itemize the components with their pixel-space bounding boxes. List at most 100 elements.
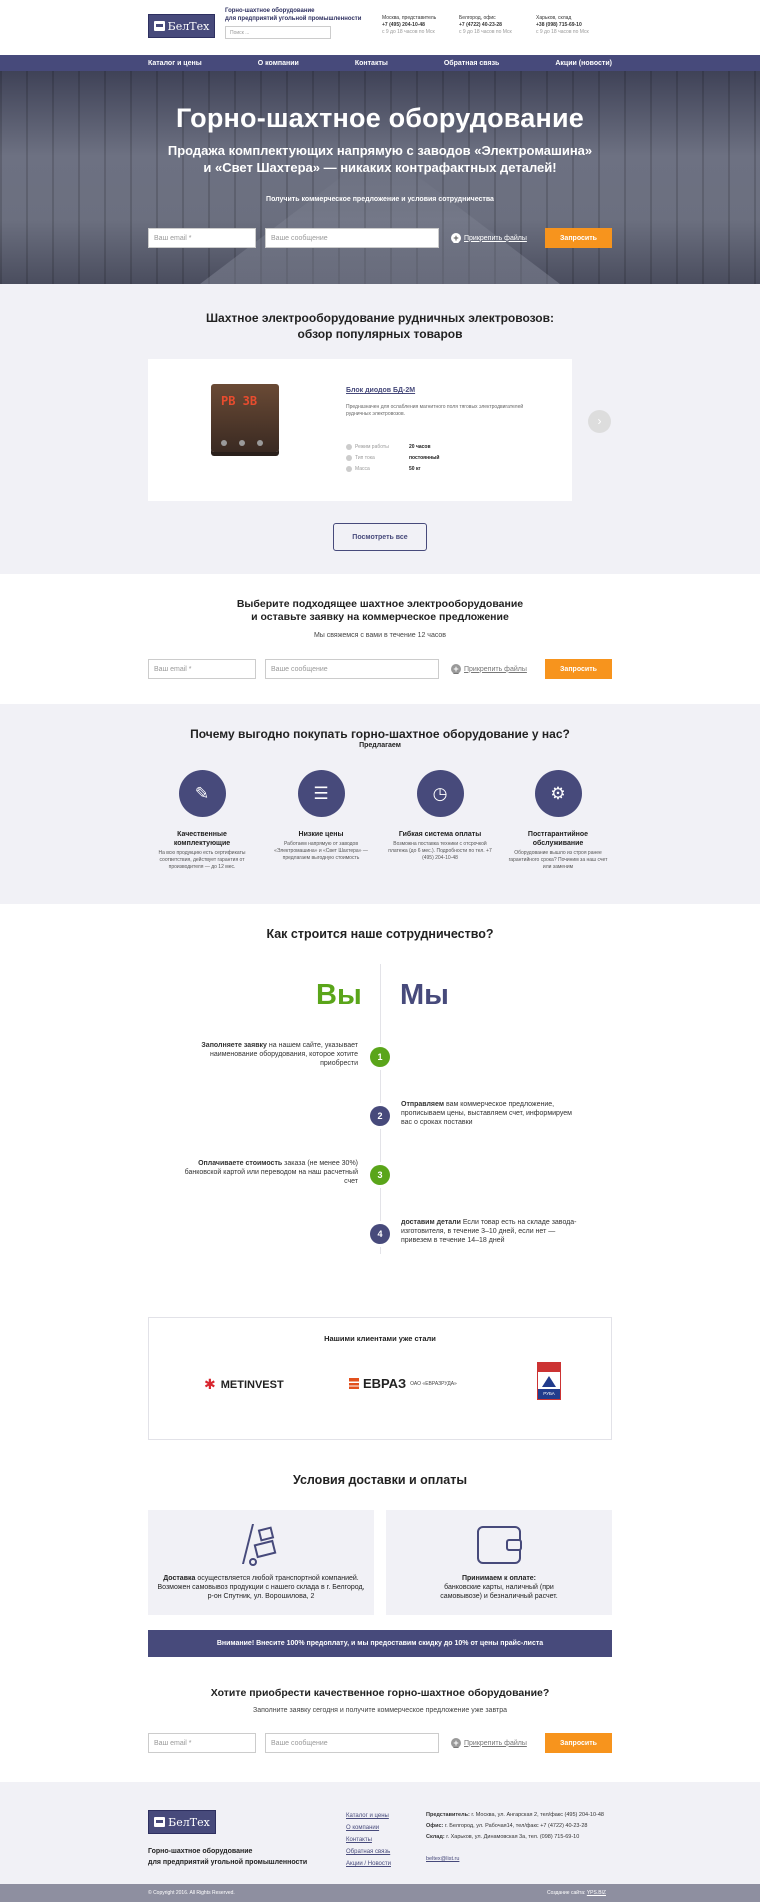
logo[interactable]: БелТех — [148, 14, 215, 38]
product-card: PB 3B Блок диодов БД-2М Предназначен для… — [148, 359, 572, 501]
payment-box: Принимаем к оплате: банковские карты, на… — [386, 1510, 612, 1615]
step-1-text: Заполняете заявку на нашем сайте, указыв… — [201, 1042, 358, 1067]
weight-icon — [346, 466, 352, 472]
hero-subtitle: Продажа комплектующих напрямую с заводов… — [167, 143, 593, 175]
we-label: Мы — [400, 979, 449, 1011]
attach-files-link[interactable]: + Прикрепить файлы — [451, 664, 527, 674]
message-field[interactable]: Ваше сообщение — [265, 228, 439, 248]
clock-money-icon: ◷ — [416, 770, 464, 817]
why-section: Почему выгодно покупать горно-шахтное об… — [0, 704, 760, 904]
contact-belgorod: Белгород, офис +7 (4722) 40-23-28 с 9 до 1… — [459, 15, 512, 35]
spec-row: Тип тока постоянный — [346, 455, 439, 461]
clients-block: Нашими клиентами уже стали ✱ METINVEST ЕВ… — [148, 1317, 612, 1440]
step-1-badge: 1 — [370, 1047, 390, 1067]
footer-email[interactable]: beltex@list.ru — [426, 1854, 604, 1865]
footer-link[interactable]: Акции / Новости — [346, 1858, 391, 1870]
evraz-logo: ЕВРАЗ ОАО «ЕВРАЗРУДА» — [349, 1376, 457, 1391]
pyramid-icon — [542, 1376, 556, 1387]
site-header: БелТех Горно-шахтное оборудование для пре… — [0, 0, 760, 55]
plus-icon: + — [451, 233, 461, 243]
choose-form: Ваш email * Ваше сообщение + Прикрепить ф… — [148, 659, 612, 679]
footer-link[interactable]: Каталог и цены — [346, 1810, 391, 1822]
header-tagline: Горно-шахтное оборудование для предприяти… — [225, 8, 362, 22]
spec-row: Режим работы 20 часов — [346, 444, 431, 450]
prepayment-notice: Внимание! Внесите 100% предоплату, и мы … — [148, 1630, 612, 1657]
why-heading: Почему выгодно покупать горно-шахтное об… — [190, 727, 570, 741]
copyright: © Copyright 2016. All Rights Reserved. — [148, 1890, 235, 1896]
gears-icon: ⚙ — [534, 770, 582, 817]
contact-kharkov: Харьков, склад +38 (098) 715-69-10 с 9 до … — [536, 15, 589, 35]
search-input[interactable]: Поиск ... — [225, 26, 331, 39]
final-form: Ваш email * Ваше сообщение + Прикрепить ф… — [148, 1733, 612, 1753]
hero-banner: Горно-шахтное оборудование Продажа компл… — [0, 71, 760, 284]
attach-files-link[interactable]: + Прикрепить файлы — [451, 1738, 527, 1748]
choose-note: Мы свяжемся с вами в течение 12 часов — [313, 632, 447, 639]
email-field[interactable]: Ваш email * — [148, 1733, 256, 1753]
step-3-badge: 3 — [370, 1165, 390, 1185]
bolt-icon — [346, 455, 352, 461]
wallet-icon — [477, 1526, 522, 1564]
nav-about[interactable]: О компании — [258, 60, 299, 67]
step-3-text: Оплачиваете стоимость заказа (не менее 3… — [184, 1160, 358, 1185]
step-4-badge: 4 — [370, 1224, 390, 1244]
clients-heading: Нашими клиентами уже стали — [324, 1334, 436, 1343]
submit-button[interactable]: Запросить — [545, 659, 612, 679]
spec-row: Масса 50 кг — [346, 466, 421, 472]
message-field[interactable]: Ваше сообщение — [265, 1733, 439, 1753]
plus-icon: + — [451, 664, 461, 674]
feature-service: ⚙ Постгарантийное обслуживание Оборудование… — [506, 770, 610, 871]
contact-moscow: Москва, представитель +7 (495) 204-10-48 с… — [382, 15, 437, 35]
created-by: Создание сайта: YPS.BIZ — [547, 1890, 606, 1896]
metinvest-logo: ✱ METINVEST — [204, 1376, 284, 1392]
cooperation-section: Как строится наше сотрудничество? Вы Мы … — [0, 904, 760, 1319]
plus-icon: + — [451, 1738, 461, 1748]
delivery-heading: Условия доставки и оплаты — [292, 1473, 468, 1487]
submit-button[interactable]: Запросить — [545, 1733, 612, 1753]
nav-contacts[interactable]: Контакты — [355, 60, 388, 67]
step-4-text: доставим детали Если товар есть на склад… — [401, 1219, 577, 1244]
locomotive-icon — [153, 21, 165, 31]
footer-link[interactable]: О компании — [346, 1822, 391, 1834]
message-field[interactable]: Ваше сообщение — [265, 659, 439, 679]
product-title[interactable]: Блок диодов БД-2М — [346, 387, 415, 394]
footer-logo[interactable]: БелТех — [148, 1810, 216, 1834]
coins-icon: ☰ — [297, 770, 345, 817]
hero-form: Ваш email * Ваше сообщение + Прикрепить ф… — [148, 228, 612, 248]
footer-link[interactable]: Обратная связь — [346, 1846, 391, 1858]
step-2-text: Отправляем вам коммерческое предложение,… — [401, 1101, 572, 1126]
final-heading: Хотите приобрести качественное горно-шах… — [210, 1687, 550, 1699]
main-nav: Каталог и цены О компании Контакты Обрат… — [0, 55, 760, 71]
see-all-button[interactable]: Посмотреть все — [333, 523, 427, 551]
certificate-icon: ✎ — [178, 770, 226, 817]
why-sub: Предлагаем — [359, 742, 401, 749]
email-field[interactable]: Ваш email * — [148, 228, 256, 248]
attach-files-link[interactable]: + Прикрепить файлы — [451, 233, 527, 243]
step-2-badge: 2 — [370, 1106, 390, 1126]
nav-feedback[interactable]: Обратная связь — [444, 60, 500, 67]
evraz-icon — [349, 1378, 359, 1389]
products-section: Шахтное электрооборудование рудничных эл… — [0, 284, 760, 574]
nav-news[interactable]: Акции (новости) — [555, 60, 612, 67]
email-field[interactable]: Ваш email * — [148, 659, 256, 679]
delivery-box: Доставка осуществляется любой транспортн… — [148, 1510, 374, 1615]
hand-truck-icon — [241, 1524, 281, 1568]
kmaruda-logo: РУБА — [537, 1362, 561, 1400]
product-description: Предназначен для ослабления магнитного п… — [346, 404, 524, 417]
hero-title: Горно-шахтное оборудование — [176, 103, 584, 133]
submit-button[interactable]: Запросить — [545, 228, 612, 248]
metinvest-icon: ✱ — [204, 1376, 216, 1392]
footer-bottom-bar: © Copyright 2016. All Rights Reserved. С… — [0, 1884, 760, 1902]
next-arrow-icon[interactable]: › — [588, 410, 611, 433]
feature-payment: ◷ Гибкая система оплаты Возможна поставка … — [388, 770, 492, 862]
nav-catalog[interactable]: Каталог и цены — [148, 60, 202, 67]
footer-links: Каталог и цены О компании Контакты Обрат… — [346, 1810, 391, 1870]
feature-prices: ☰ Низкие цены Работаем напрямую от заводов… — [269, 770, 373, 862]
clock-icon — [346, 444, 352, 450]
choose-section: Выберите подходящее шахтное электрообору… — [0, 574, 760, 704]
choose-heading: Выберите подходящее шахтное электрообору… — [236, 598, 524, 623]
you-label: Вы — [316, 979, 362, 1011]
cooperation-heading: Как строится наше сотрудничество? — [266, 927, 494, 941]
feature-quality: ✎ Качественные комплектующие На всю продукц… — [150, 770, 254, 871]
footer-link[interactable]: Контакты — [346, 1834, 391, 1846]
locomotive-icon — [154, 1817, 166, 1827]
